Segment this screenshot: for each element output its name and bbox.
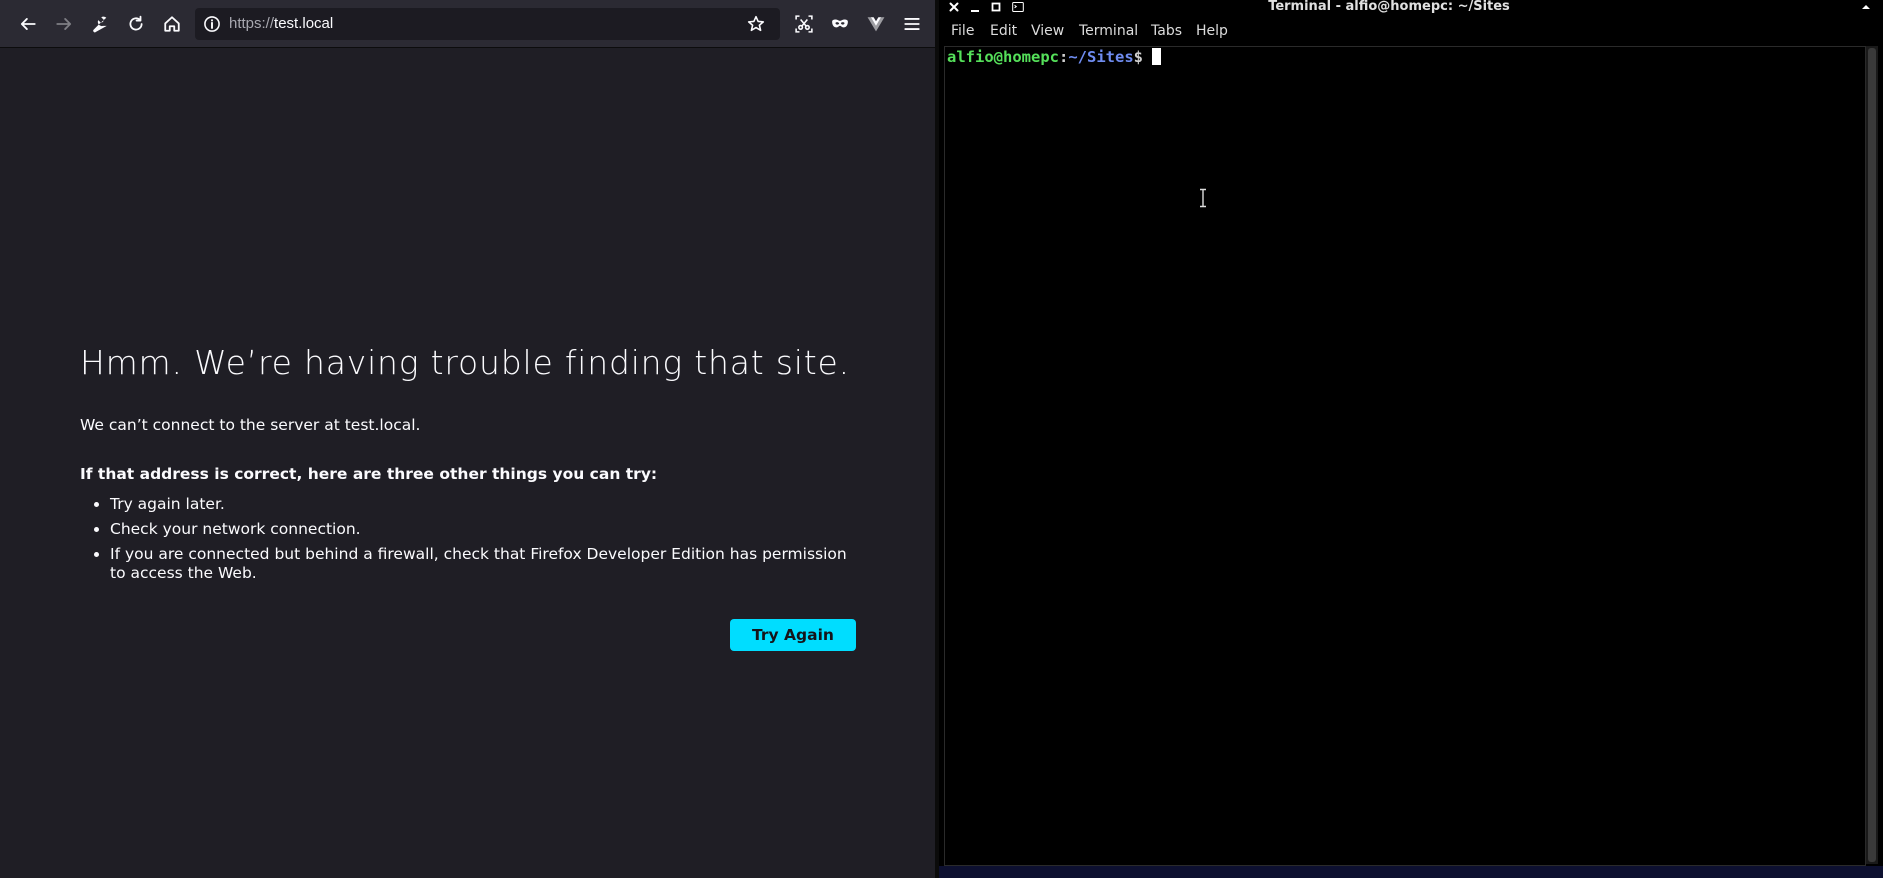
shade-window-button[interactable]: [1859, 0, 1873, 14]
vue-devtools-icon: [867, 17, 885, 32]
browser-toolbar: https://test.local: [0, 0, 937, 48]
home-button[interactable]: [157, 9, 187, 39]
arrow-right-icon: [56, 18, 72, 30]
try-again-button[interactable]: Try Again: [730, 619, 856, 651]
suggestion-item: If you are connected but behind a firewa…: [110, 545, 860, 583]
close-window-button[interactable]: [947, 0, 961, 14]
terminal-icon: [1012, 2, 1024, 12]
private-browsing-button[interactable]: [825, 9, 855, 39]
extension-button[interactable]: [861, 9, 891, 39]
suggestion-item: Try again later.: [110, 495, 860, 514]
menu-help[interactable]: Help: [1196, 23, 1228, 39]
menu-view[interactable]: View: [1031, 23, 1064, 39]
url-host: test.local: [274, 15, 334, 32]
minimize-window-button[interactable]: [968, 0, 982, 14]
hamburger-menu-icon: [904, 18, 920, 30]
menu-edit[interactable]: Edit: [990, 23, 1017, 39]
minimize-icon: [971, 10, 979, 12]
app-menu-button[interactable]: [897, 9, 927, 39]
ibeam-cursor-icon: [1200, 188, 1206, 208]
prompt-separator: :: [1058, 48, 1069, 66]
terminal-prompt-line: alfio@homepc:~/Sites$: [947, 47, 1161, 67]
error-title: Hmm. We’re having trouble finding that s…: [80, 343, 850, 382]
terminal-menubar: File Edit View Terminal Tabs Help: [939, 20, 1883, 44]
close-icon: [949, 2, 959, 12]
forward-button[interactable]: [49, 9, 79, 39]
terminal-app-menu[interactable]: [1010, 0, 1026, 14]
desktop-panel-strip: [939, 866, 1883, 878]
prompt-path: ~/Sites: [1068, 48, 1134, 66]
url-protocol: https://: [229, 15, 275, 32]
terminal-output[interactable]: alfio@homepc:~/Sites$: [944, 46, 1866, 866]
reload-button[interactable]: [121, 9, 151, 39]
prompt-symbol: $: [1133, 48, 1143, 66]
terminal-scrollbar[interactable]: [1866, 46, 1878, 864]
terminal-titlebar[interactable]: Terminal - alfio@homepc: ~/Sites: [939, 0, 1883, 16]
screenshot-button[interactable]: [789, 9, 819, 39]
terminal-title: Terminal - alfio@homepc: ~/Sites: [1268, 0, 1510, 14]
scrollbar-thumb[interactable]: [1868, 48, 1876, 862]
url-bar[interactable]: https://test.local: [195, 8, 780, 40]
star-icon[interactable]: [747, 15, 765, 33]
mask-icon: [832, 19, 848, 28]
suggestions-list: Try again later. Check your network conn…: [80, 495, 860, 583]
menu-terminal[interactable]: Terminal: [1079, 23, 1138, 39]
url-text[interactable]: https://test.local: [229, 15, 333, 33]
caret-up-icon: [1862, 5, 1870, 9]
back-button[interactable]: [13, 9, 43, 39]
arrow-left-icon: [20, 18, 36, 30]
browser-window: https://test.local Hmm. We’re having tro…: [0, 0, 937, 878]
suggestions-heading: If that address is correct, here are thr…: [80, 465, 658, 483]
text-cursor: [1152, 48, 1161, 65]
tools-button[interactable]: [85, 9, 115, 39]
terminal-window: Terminal - alfio@homepc: ~/Sites File Ed…: [939, 0, 1883, 878]
prompt-user-host: alfio@homepc: [947, 48, 1059, 66]
menu-file[interactable]: File: [951, 23, 974, 39]
suggestion-item: Check your network connection.: [110, 520, 860, 539]
menu-tabs[interactable]: Tabs: [1151, 23, 1182, 39]
error-page-content: Hmm. We’re having trouble finding that s…: [80, 340, 860, 589]
info-icon[interactable]: [203, 15, 221, 33]
home-icon: [164, 16, 180, 32]
reload-icon: [129, 15, 143, 31]
screenshot-icon: [795, 15, 813, 33]
maximize-icon: [991, 2, 1001, 12]
maximize-window-button[interactable]: [989, 0, 1003, 14]
error-description: We can’t connect to the server at test.l…: [80, 416, 421, 434]
wrench-icon: [93, 16, 107, 33]
